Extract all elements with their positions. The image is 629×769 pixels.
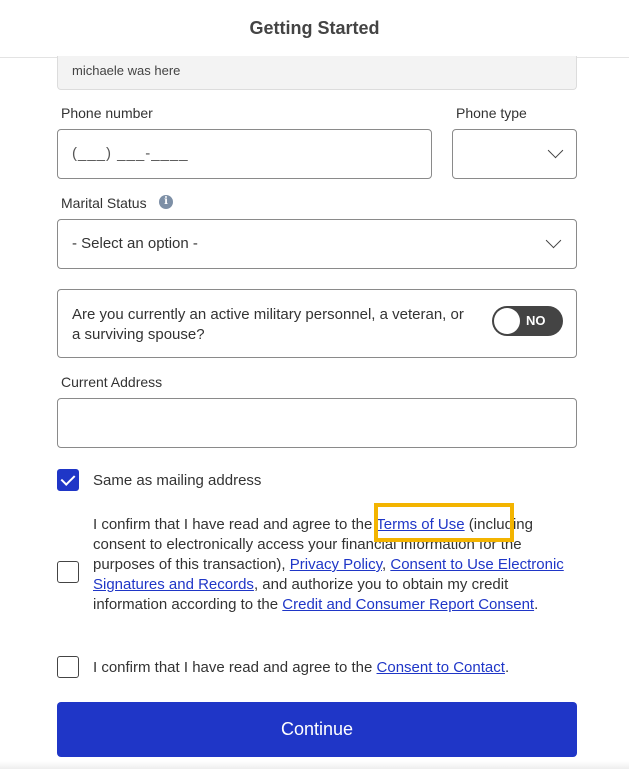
consent-text-part: . [504,659,510,676]
contact-consent-text: I confirm that I have read and agree to … [93,658,509,678]
consent-text-part: I confirm that I have read and agree to … [93,516,377,533]
toggle-label: NO [526,313,546,328]
marital-status-select[interactable]: - Select an option - [57,219,577,269]
military-question-text: Are you currently an active military per… [72,306,464,343]
phone-number-label: Phone number [61,105,153,121]
military-toggle[interactable]: NO [492,306,563,336]
page-title: Getting Started [249,18,380,38]
previous-field[interactable]: michaele was here [57,56,577,90]
highlight-box [374,503,514,542]
contact-consent-checkbox[interactable] [57,656,79,678]
previous-field-value: michaele was here [72,63,181,78]
privacy-policy-link[interactable]: Privacy Policy [290,556,382,573]
current-address-label: Current Address [61,374,163,390]
credit-consent-link[interactable]: Credit and Consumer Report Consent [282,596,534,613]
same-as-mailing-label: Same as mailing address [93,472,262,489]
toggle-knob [494,308,520,334]
continue-button[interactable]: Continue [57,702,577,757]
chevron-down-icon [545,232,562,249]
marital-status-value: - Select an option - [72,235,198,252]
consent-text-part: . [534,596,539,613]
page-header: Getting Started [0,0,629,58]
same-as-mailing-checkbox[interactable] [57,469,79,491]
consent-text-part: I confirm that I have read and agree to … [93,659,377,676]
consent-to-contact-link[interactable]: Consent to Contact [377,659,505,676]
phone-type-select[interactable] [452,129,577,179]
bottom-edge [0,761,629,769]
military-question-box: Are you currently an active military per… [57,289,577,358]
terms-consent-checkbox[interactable] [57,561,79,583]
chevron-down-icon [547,142,564,159]
phone-number-input[interactable]: (___) ___-____ [57,129,432,179]
phone-number-placeholder: (___) ___-____ [72,145,189,162]
current-address-input[interactable] [57,398,577,448]
phone-type-label: Phone type [456,105,527,121]
marital-status-label: Marital Status [61,195,147,211]
info-icon[interactable]: i [159,195,173,209]
